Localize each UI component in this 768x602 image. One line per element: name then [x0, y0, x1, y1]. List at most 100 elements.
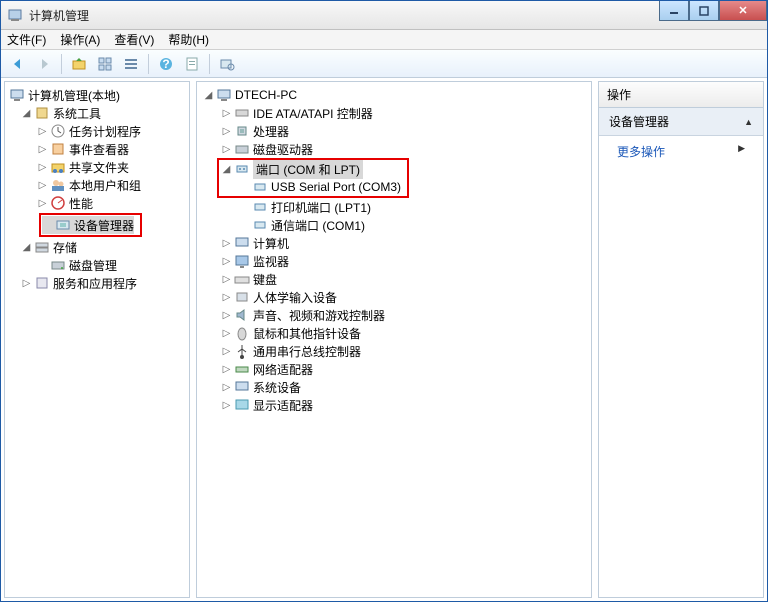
computer-icon — [216, 87, 232, 103]
expand-icon[interactable]: ▷ — [37, 180, 48, 191]
tree-storage[interactable]: ◢ 存储 — [7, 238, 187, 256]
tree-hid[interactable]: ▷ 人体学输入设备 — [199, 288, 589, 306]
expand-icon[interactable]: ▷ — [37, 198, 48, 209]
label: 端口 (COM 和 LPT) — [253, 160, 363, 179]
right-panel: 操作 设备管理器 ▲ 更多操作 ▶ — [598, 81, 764, 598]
label: 鼠标和其他指针设备 — [253, 325, 361, 342]
label: 系统设备 — [253, 379, 301, 396]
tree-task-scheduler[interactable]: ▷ 任务计划程序 — [7, 122, 187, 140]
menu-view[interactable]: 查看(V) — [114, 31, 154, 48]
svg-text:?: ? — [162, 57, 169, 71]
tree-sys-tools[interactable]: ◢ 系统工具 — [7, 104, 187, 122]
tree-root[interactable]: 计算机管理(本地) — [7, 86, 187, 104]
usb-icon — [234, 343, 250, 359]
tree-root-pc[interactable]: ◢ DTECH-PC — [199, 86, 589, 104]
tree-system-devices[interactable]: ▷ 系统设备 — [199, 378, 589, 396]
tree-local-users[interactable]: ▷ 本地用户和组 — [7, 176, 187, 194]
menu-file[interactable]: 文件(F) — [7, 31, 46, 48]
collapse-icon[interactable]: ◢ — [21, 108, 32, 119]
actions-section[interactable]: 设备管理器 ▲ — [599, 108, 763, 136]
label: 处理器 — [253, 123, 289, 140]
left-tree: 计算机管理(本地) ◢ 系统工具 ▷ 任务计划程序 ▷ 事件查看器 ▷ 共享文件… — [5, 82, 189, 296]
sound-icon — [234, 307, 250, 323]
app-icon — [7, 7, 23, 23]
expand-icon[interactable]: ▷ — [221, 126, 232, 137]
collapse-icon[interactable]: ◢ — [21, 242, 32, 253]
tree-keyboard[interactable]: ▷ 键盘 — [199, 270, 589, 288]
tree-comm-port[interactable]: ▷ 通信端口 (COM1) — [199, 216, 589, 234]
expand-icon[interactable]: ▷ — [221, 346, 232, 357]
label: 系统工具 — [53, 105, 101, 122]
expand-icon[interactable]: ▷ — [221, 310, 232, 321]
expand-icon[interactable]: ▷ — [221, 238, 232, 249]
label: 通用串行总线控制器 — [253, 343, 361, 360]
tree-display[interactable]: ▷ 显示适配器 — [199, 396, 589, 414]
expand-icon[interactable]: ▷ — [37, 162, 48, 173]
expand-icon[interactable]: ▷ — [221, 328, 232, 339]
tree-services-apps[interactable]: ▷ 服务和应用程序 — [7, 274, 187, 292]
expand-icon[interactable]: ▷ — [221, 108, 232, 119]
list-button[interactable] — [120, 53, 142, 75]
left-panel: 计算机管理(本地) ◢ 系统工具 ▷ 任务计划程序 ▷ 事件查看器 ▷ 共享文件… — [4, 81, 190, 598]
expand-icon[interactable]: ▷ — [37, 126, 48, 137]
help-button[interactable]: ? — [155, 53, 177, 75]
collapse-icon[interactable]: ◢ — [203, 90, 214, 101]
label: 通信端口 (COM1) — [271, 217, 365, 234]
expand-icon[interactable]: ▷ — [37, 144, 48, 155]
expand-icon[interactable]: ▷ — [221, 292, 232, 303]
tree-performance[interactable]: ▷ 性能 — [7, 194, 187, 212]
tree-usb-serial[interactable]: ▷ USB Serial Port (COM3) — [221, 178, 401, 196]
tree-device-manager[interactable]: ▷ 设备管理器 — [42, 216, 134, 234]
label: 本地用户和组 — [69, 177, 141, 194]
tree-shared-folders[interactable]: ▷ 共享文件夹 — [7, 158, 187, 176]
scan-button[interactable] — [216, 53, 238, 75]
expand-icon[interactable]: ▷ — [221, 382, 232, 393]
tree-usb[interactable]: ▷ 通用串行总线控制器 — [199, 342, 589, 360]
label: 性能 — [69, 195, 93, 212]
expand-icon[interactable]: ▷ — [221, 256, 232, 267]
forward-button[interactable] — [33, 53, 55, 75]
label: 设备管理器 — [74, 217, 134, 234]
tree-disk-drives[interactable]: ▷ 磁盘驱动器 — [199, 140, 589, 158]
tree-network[interactable]: ▷ 网络适配器 — [199, 360, 589, 378]
label: 磁盘管理 — [69, 257, 117, 274]
expand-icon[interactable]: ▷ — [221, 274, 232, 285]
more-actions-link[interactable]: 更多操作 ▶ — [599, 136, 763, 167]
mouse-icon — [234, 325, 250, 341]
expand-icon[interactable]: ▷ — [221, 400, 232, 411]
minimize-button[interactable] — [659, 1, 689, 21]
tree-disk-mgmt[interactable]: ▷ 磁盘管理 — [7, 256, 187, 274]
label: 更多操作 — [617, 145, 665, 159]
tree-monitor[interactable]: ▷ 监视器 — [199, 252, 589, 270]
label: 计算机 — [253, 235, 289, 252]
expand-icon[interactable]: ▷ — [221, 364, 232, 375]
port-icon — [234, 161, 250, 177]
maximize-button[interactable] — [689, 1, 719, 21]
tree-ports[interactable]: ◢ 端口 (COM 和 LPT) — [221, 160, 401, 178]
tree-computer[interactable]: ▷ 计算机 — [199, 234, 589, 252]
menubar: 文件(F) 操作(A) 查看(V) 帮助(H) — [1, 30, 767, 50]
collapse-icon[interactable]: ▲ — [744, 117, 753, 127]
label: 网络适配器 — [253, 361, 313, 378]
up-button[interactable] — [68, 53, 90, 75]
tree-event-viewer[interactable]: ▷ 事件查看器 — [7, 140, 187, 158]
collapse-icon[interactable]: ◢ — [221, 164, 232, 175]
port-icon — [252, 179, 268, 195]
back-button[interactable] — [7, 53, 29, 75]
expand-icon[interactable]: ▷ — [221, 144, 232, 155]
close-button[interactable]: ✕ — [719, 1, 767, 21]
label: 存储 — [53, 239, 77, 256]
menu-help[interactable]: 帮助(H) — [168, 31, 209, 48]
label: IDE ATA/ATAPI 控制器 — [253, 105, 373, 122]
tree-sound[interactable]: ▷ 声音、视频和游戏控制器 — [199, 306, 589, 324]
tree-printer-port[interactable]: ▷ 打印机端口 (LPT1) — [199, 198, 589, 216]
refresh-button[interactable] — [181, 53, 203, 75]
expand-icon[interactable]: ▷ — [21, 278, 32, 289]
label: 磁盘驱动器 — [253, 141, 313, 158]
tree-ide[interactable]: ▷ IDE ATA/ATAPI 控制器 — [199, 104, 589, 122]
tree-cpu[interactable]: ▷ 处理器 — [199, 122, 589, 140]
highlight-device-manager: ▷ 设备管理器 — [9, 213, 185, 237]
menu-action[interactable]: 操作(A) — [60, 31, 100, 48]
properties-button[interactable] — [94, 53, 116, 75]
tree-mouse[interactable]: ▷ 鼠标和其他指针设备 — [199, 324, 589, 342]
